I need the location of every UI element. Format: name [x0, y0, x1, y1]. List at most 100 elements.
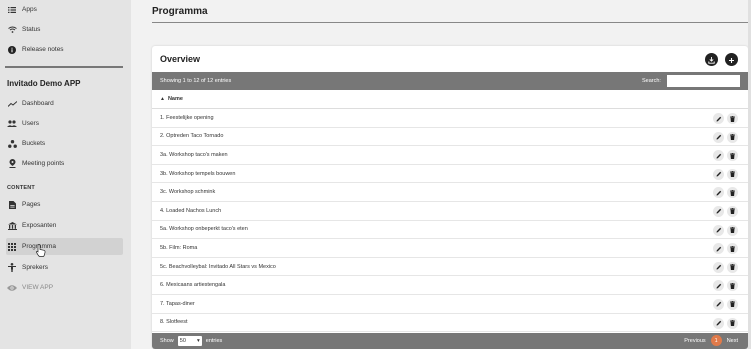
trash-icon [730, 301, 735, 308]
pencil-icon [716, 172, 721, 177]
entries-info: Showing 1 to 12 of 12 entries [160, 78, 232, 84]
table-row[interactable]: 5c. Beachvolleybal: Invitado All Stars v… [152, 258, 748, 277]
edit-button[interactable] [713, 205, 724, 217]
trash-icon [730, 134, 735, 141]
edit-button[interactable] [713, 243, 724, 255]
sidebar-item-users[interactable]: Users [6, 115, 123, 132]
table-row[interactable]: 7. Tapas-diner [152, 295, 748, 314]
sidebar-item-label: Sprekers [22, 264, 49, 271]
edit-button[interactable] [713, 261, 724, 273]
users-icon [6, 120, 18, 127]
edit-button[interactable] [713, 280, 724, 292]
pencil-icon [716, 302, 721, 307]
column-header-name[interactable]: ▲ Name [152, 90, 748, 109]
content-section-label: CONTENT [7, 185, 35, 191]
sort-ascending-icon: ▲ [160, 96, 165, 102]
pencil-icon [716, 209, 721, 214]
trash-icon [730, 227, 735, 234]
table-row[interactable]: 2. Optreden Taco Tornado [152, 128, 748, 147]
trash-icon [730, 189, 735, 196]
sidebar: Apps Status Release notes Invitado Demo … [0, 0, 131, 349]
edit-button[interactable] [713, 187, 724, 199]
table-row[interactable]: 4. Loaded Nachos Lunch [152, 202, 748, 221]
table-row[interactable]: 3a. Workshop taco's maken [152, 146, 748, 165]
delete-button[interactable] [727, 243, 738, 255]
pencil-icon [716, 246, 721, 252]
table-row[interactable]: 8. Slotfeest [152, 314, 748, 333]
sidebar-item-pages[interactable]: Pages [6, 196, 123, 213]
row-name: 5c. Beachvolleybal: Invitado All Stars v… [160, 263, 276, 270]
sidebar-item-dashboard[interactable]: Dashboard [6, 95, 123, 112]
column-header-label: Name [167, 96, 183, 102]
edit-button[interactable] [713, 298, 724, 310]
overview-card: Overview Showing 1 to 12 of 12 entries S… [152, 46, 748, 349]
table-row[interactable]: 3c. Workshop schmink [152, 183, 748, 202]
pagination: Previous 1 Next [684, 335, 738, 346]
delete-button[interactable] [727, 187, 738, 199]
page-length-select[interactable]: 50 ▾ [177, 336, 202, 346]
table-row[interactable]: 5a. Workshop onbeperkt taco's eten [152, 221, 748, 240]
table-row[interactable]: 3b. Workshop tempels bouwen [152, 165, 748, 184]
pencil-icon [716, 227, 721, 233]
sidebar-item-programma[interactable]: Programma [6, 238, 123, 255]
delete-button[interactable] [727, 224, 738, 236]
add-button[interactable] [725, 53, 738, 66]
list-icon [6, 6, 18, 13]
trash-icon [730, 245, 735, 252]
sidebar-item-apps[interactable]: Apps [6, 1, 123, 18]
table-row[interactable]: 6. Mexicaans artiestengala [152, 276, 748, 295]
sidebar-item-label: Pages [22, 201, 41, 208]
sidebar-item-exposanten[interactable]: Exposanten [6, 217, 123, 234]
edit-button[interactable] [713, 317, 724, 329]
pencil-icon [716, 153, 721, 159]
sidebar-item-meeting-points[interactable]: Meeting points [6, 155, 123, 172]
row-name: 4. Loaded Nachos Lunch [160, 207, 222, 214]
trash-icon [730, 152, 735, 159]
plus-icon [728, 51, 735, 69]
edit-button[interactable] [713, 131, 724, 143]
delete-button[interactable] [727, 280, 738, 292]
info-icon [6, 45, 18, 54]
row-name: 5a. Workshop onbeperkt taco's eten [160, 226, 248, 233]
edit-button[interactable] [713, 113, 724, 124]
delete-button[interactable] [727, 205, 738, 217]
next-button[interactable]: Next [727, 338, 738, 344]
pencil-icon [716, 190, 721, 196]
delete-button[interactable] [727, 113, 738, 124]
sidebar-item-status[interactable]: Status [6, 21, 123, 38]
buckets-icon [6, 139, 18, 148]
edit-button[interactable] [713, 150, 724, 162]
title-divider [152, 22, 748, 23]
delete-button[interactable] [727, 150, 738, 162]
trash-icon [730, 282, 735, 289]
sidebar-item-label: Buckets [22, 140, 46, 147]
pin-icon [6, 159, 18, 168]
row-name: 8. Slotfeest [160, 319, 188, 326]
pencil-icon [716, 134, 721, 140]
delete-button[interactable] [727, 168, 738, 180]
previous-button[interactable]: Previous [684, 338, 705, 344]
building-icon [6, 221, 18, 230]
page-icon [6, 200, 18, 209]
row-name: 3c. Workshop schmink [160, 189, 216, 196]
edit-button[interactable] [713, 224, 724, 236]
table-row[interactable]: 5b. Film: Roma [152, 239, 748, 258]
row-name: 5b. Film: Roma [160, 244, 198, 251]
search-label: Search: [642, 78, 661, 84]
page-1-button[interactable]: 1 [710, 335, 722, 346]
search-input[interactable] [667, 75, 740, 87]
download-button[interactable] [705, 53, 718, 66]
delete-button[interactable] [727, 298, 738, 310]
sidebar-item-sprekers[interactable]: Sprekers [6, 259, 123, 276]
sidebar-item-view-app[interactable]: VIEW APP [6, 279, 123, 296]
sidebar-item-buckets[interactable]: Buckets [6, 135, 123, 152]
page-length-value: 50 [179, 338, 186, 344]
chevron-down-icon: ▾ [197, 338, 200, 344]
table-row[interactable]: 1. Feestelijke opening [152, 109, 748, 128]
delete-button[interactable] [727, 317, 738, 329]
edit-button[interactable] [713, 168, 724, 180]
row-name: 1. Feestelijke opening [160, 114, 214, 121]
sidebar-item-release-notes[interactable]: Release notes [6, 41, 123, 58]
delete-button[interactable] [727, 261, 738, 273]
delete-button[interactable] [727, 131, 738, 143]
